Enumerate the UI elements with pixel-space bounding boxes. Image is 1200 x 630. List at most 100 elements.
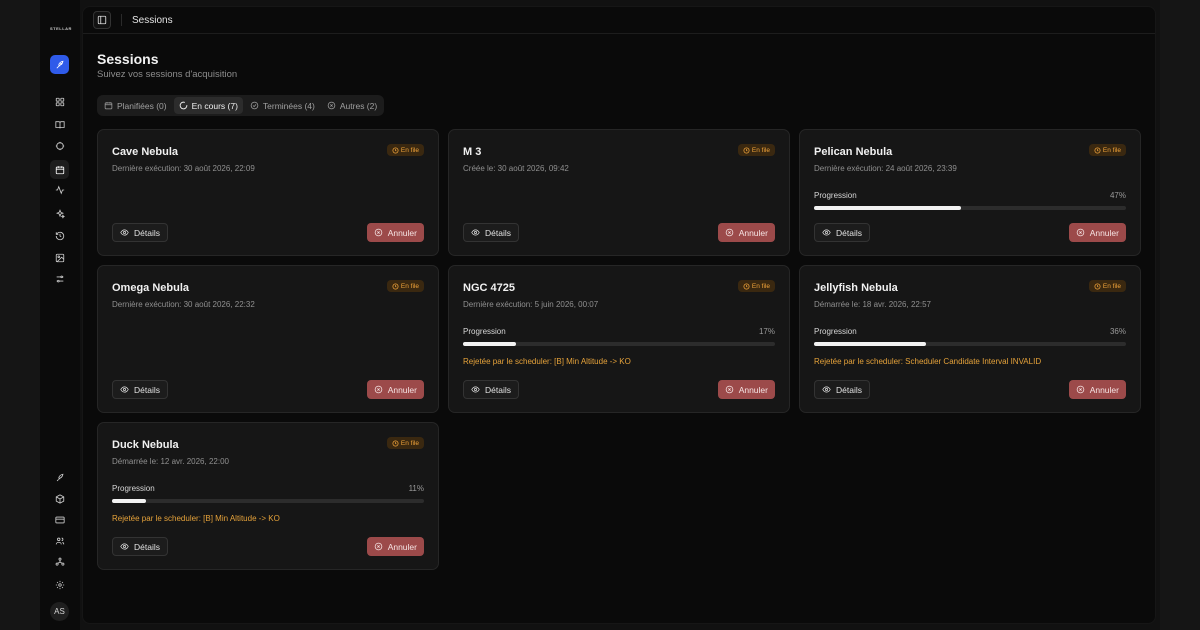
clock-icon bbox=[392, 147, 399, 153]
status-badge: En file bbox=[386, 280, 424, 292]
network-icon[interactable] bbox=[50, 552, 69, 571]
tab-in-progress[interactable]: En cours (7) bbox=[173, 97, 243, 114]
progress-bar bbox=[814, 342, 1126, 346]
details-button[interactable]: Détails bbox=[112, 537, 168, 556]
cancel-button[interactable]: Annuler bbox=[366, 537, 424, 556]
session-card: Omega Nebula En file Dernière exécution:… bbox=[97, 265, 439, 413]
loader-icon bbox=[179, 101, 187, 110]
session-card: Cave Nebula En file Dernière exécution: … bbox=[97, 129, 439, 256]
status-badge-label: En file bbox=[400, 282, 419, 290]
users-icon[interactable] bbox=[50, 531, 69, 550]
status-badge-label: En file bbox=[1102, 146, 1121, 154]
history-icon[interactable] bbox=[50, 226, 69, 245]
status-badge: En file bbox=[737, 280, 775, 292]
details-button-label: Détails bbox=[836, 227, 862, 238]
tab-completed[interactable]: Terminées (4) bbox=[245, 97, 320, 114]
progress-label: Progression bbox=[112, 484, 155, 493]
tab-label: Autres (2) bbox=[339, 100, 378, 111]
eye-icon bbox=[471, 229, 480, 236]
x-circle-icon bbox=[725, 385, 733, 394]
cancel-button[interactable]: Annuler bbox=[1068, 380, 1126, 399]
box-icon[interactable] bbox=[50, 489, 69, 508]
progress-fill bbox=[112, 499, 147, 503]
details-button[interactable]: Détails bbox=[814, 380, 870, 399]
topbar-title: Sessions bbox=[132, 14, 173, 26]
status-badge: En file bbox=[737, 144, 775, 156]
crosshair-icon[interactable] bbox=[50, 136, 69, 155]
x-circle-icon bbox=[1076, 385, 1084, 394]
cancel-button-label: Annuler bbox=[1089, 227, 1119, 238]
calendar-icon bbox=[104, 102, 113, 110]
progress-bar bbox=[814, 206, 1126, 210]
details-button-label: Détails bbox=[485, 227, 511, 238]
clock-icon bbox=[743, 147, 750, 153]
rejection-message: Rejetée par le scheduler: Scheduler Cand… bbox=[814, 357, 1042, 366]
eye-icon bbox=[471, 386, 480, 393]
tab-label: En cours (7) bbox=[191, 100, 238, 111]
details-button[interactable]: Détails bbox=[112, 380, 168, 399]
x-circle-icon bbox=[374, 228, 382, 237]
clock-icon bbox=[1094, 283, 1101, 289]
card-subtitle: Dernière exécution: 30 août 2026, 22:32 bbox=[112, 300, 255, 309]
x-circle-icon bbox=[1076, 228, 1084, 237]
cancel-button-label: Annuler bbox=[387, 227, 417, 238]
session-card: Duck Nebula En file Démarrée le: 12 avr.… bbox=[97, 422, 439, 570]
card-subtitle: Démarrée le: 12 avr. 2026, 22:00 bbox=[112, 457, 229, 466]
gear-icon[interactable] bbox=[50, 575, 69, 594]
card-subtitle: Créée le: 30 août 2026, 09:42 bbox=[463, 164, 569, 173]
x-circle-icon bbox=[374, 542, 382, 551]
rocket-icon[interactable] bbox=[50, 468, 69, 487]
eye-icon bbox=[822, 229, 831, 236]
clock-icon bbox=[743, 283, 750, 289]
details-button[interactable]: Détails bbox=[463, 380, 519, 399]
grid-icon[interactable] bbox=[50, 92, 69, 111]
card-title: Duck Nebula bbox=[112, 439, 179, 451]
cancel-button[interactable]: Annuler bbox=[366, 380, 424, 399]
status-badge: En file bbox=[1088, 144, 1126, 156]
status-badge-label: En file bbox=[751, 282, 770, 290]
x-circle-icon bbox=[725, 228, 733, 237]
sparkles-icon[interactable] bbox=[50, 204, 69, 223]
image-icon[interactable] bbox=[50, 248, 69, 267]
x-circle-icon bbox=[374, 385, 382, 394]
rocket-icon[interactable] bbox=[50, 55, 69, 74]
cancel-button-label: Annuler bbox=[738, 384, 768, 395]
cancel-button[interactable]: Annuler bbox=[1068, 223, 1126, 242]
cancel-button[interactable]: Annuler bbox=[717, 380, 775, 399]
clock-icon bbox=[1094, 147, 1101, 153]
details-button[interactable]: Détails bbox=[112, 223, 168, 242]
progress-bar bbox=[463, 342, 775, 346]
card-subtitle: Dernière exécution: 24 août 2026, 23:39 bbox=[814, 164, 957, 173]
session-card: NGC 4725 En file Dernière exécution: 5 j… bbox=[448, 265, 790, 413]
eye-icon bbox=[120, 543, 129, 550]
avatar[interactable]: AS bbox=[50, 602, 69, 621]
app-logo[interactable]: STELLAR bbox=[50, 17, 71, 31]
eye-icon bbox=[822, 386, 831, 393]
eye-icon bbox=[120, 386, 129, 393]
window-frame-right bbox=[1160, 0, 1200, 630]
details-button-label: Détails bbox=[134, 541, 160, 552]
cancel-button[interactable]: Annuler bbox=[717, 223, 775, 242]
activity-icon[interactable] bbox=[50, 180, 69, 199]
details-button[interactable]: Détails bbox=[463, 223, 519, 242]
tab-others[interactable]: Autres (2) bbox=[322, 97, 382, 114]
sidebar-toggle-button[interactable] bbox=[93, 11, 111, 29]
eye-icon bbox=[120, 229, 129, 236]
progress-fill bbox=[814, 206, 961, 210]
cancel-button-label: Annuler bbox=[387, 384, 417, 395]
rejection-message: Rejetée par le scheduler: [B] Min Altitu… bbox=[112, 514, 280, 523]
tab-planned[interactable]: Planifiées (0) bbox=[99, 97, 172, 114]
sliders-icon[interactable] bbox=[50, 269, 69, 288]
tab-label: Planifiées (0) bbox=[117, 100, 167, 111]
progress-percent: 36% bbox=[1109, 327, 1126, 336]
sidebar: STELLAR AS bbox=[40, 0, 80, 630]
credit-card-icon[interactable] bbox=[50, 510, 69, 529]
page-subtitle: Suivez vos sessions d'acquisition bbox=[97, 69, 238, 80]
topbar: Sessions bbox=[83, 7, 1155, 34]
cancel-button[interactable]: Annuler bbox=[366, 223, 424, 242]
status-badge-label: En file bbox=[1102, 282, 1121, 290]
book-icon[interactable] bbox=[50, 115, 69, 134]
calendar-icon[interactable] bbox=[50, 160, 69, 179]
details-button[interactable]: Détails bbox=[814, 223, 870, 242]
window-frame-left bbox=[0, 0, 40, 630]
